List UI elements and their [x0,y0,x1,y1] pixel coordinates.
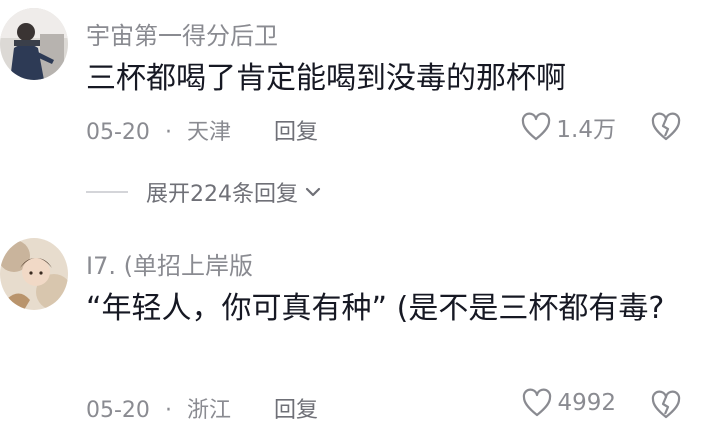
avatar-image [0,8,68,80]
like-button[interactable]: 1.4万 [520,110,616,144]
expand-replies-button[interactable]: 展开224条回复 [86,176,322,208]
chevron-down-icon [304,183,322,201]
comment-location: 天津 [186,120,231,145]
comment-item: 宇宙第一得分后卫 三杯都喝了肯定能喝到没毒的那杯啊 05-20 · 天津 回复 … [0,0,720,215]
comment-username[interactable]: 宇宙第一得分后卫 [86,16,278,51]
broken-heart-icon [650,390,682,420]
meta-separator: · [164,398,172,423]
comment-text: 三杯都喝了肯定能喝到没毒的那杯啊 [86,61,566,96]
comment-item: I7. (单招上岸版 “年轻人，你可真有种” (是不是三杯都有毒? 05-20 … [0,230,720,423]
comment-date: 05-20 [86,398,150,423]
dislike-button[interactable] [650,112,682,142]
comment-date: 05-20 [86,120,150,145]
avatar-image [0,238,68,310]
like-count: 1.4万 [556,117,616,143]
avatar[interactable] [0,8,68,80]
reply-button[interactable]: 回复 [274,120,318,145]
comment-location: 浙江 [186,398,231,423]
dislike-button[interactable] [650,390,682,420]
heart-outline-icon [521,388,553,418]
broken-heart-icon [650,112,682,142]
divider-line [86,191,128,193]
comment-text: “年轻人，你可真有种” (是不是三杯都有毒? [86,291,665,326]
meta-separator: · [164,120,172,145]
comment-meta: 05-20 · 浙江 回复 [86,392,318,424]
reply-button[interactable]: 回复 [274,398,318,423]
comment-meta: 05-20 · 天津 回复 [86,114,318,146]
heart-outline-icon [520,112,552,142]
avatar[interactable] [0,238,68,310]
like-count: 4992 [557,390,616,416]
comment-username[interactable]: I7. (单招上岸版 [86,246,253,281]
expand-replies-label: 展开224条回复 [146,182,298,207]
like-button[interactable]: 4992 [521,388,616,418]
